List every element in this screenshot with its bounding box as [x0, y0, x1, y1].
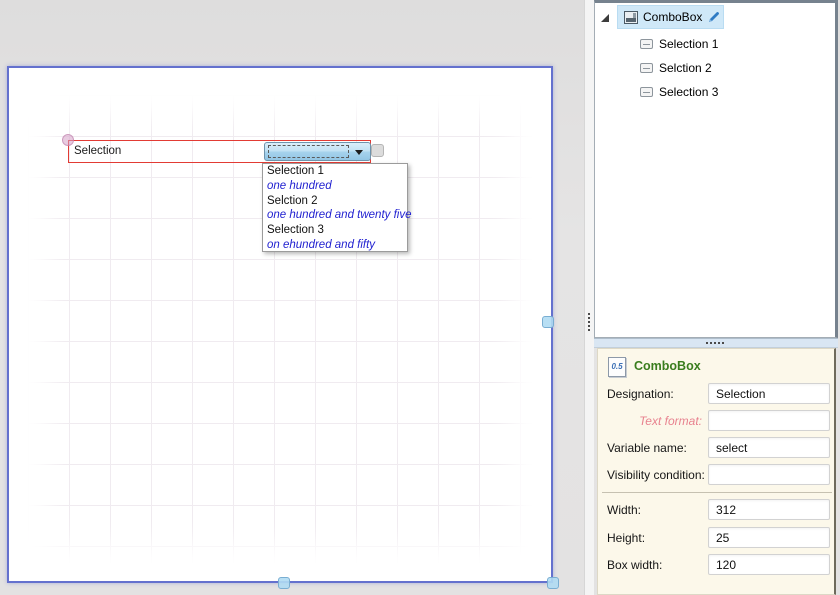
- tree-node-label: ComboBox: [643, 6, 702, 28]
- dropdown-option-value[interactable]: on ehundred and fifty: [263, 238, 407, 253]
- box-width-field[interactable]: [708, 554, 830, 575]
- combobox-focus-rect: [268, 145, 349, 158]
- combobox-widget-selection-outline[interactable]: Selection: [68, 140, 371, 163]
- designation-field[interactable]: [708, 383, 830, 404]
- text-format-field[interactable]: [708, 410, 830, 431]
- height-field[interactable]: [708, 527, 830, 548]
- text-format-label: Text format:: [607, 410, 702, 432]
- vertical-splitter[interactable]: [584, 0, 594, 595]
- dropdown-option[interactable]: Selection 1: [263, 164, 407, 179]
- splitter-grip-dots: [706, 342, 724, 344]
- property-row-text-format: Text format:: [598, 410, 837, 432]
- tree-node-label: Selction 2: [659, 59, 712, 78]
- variable-name-field[interactable]: [708, 437, 830, 458]
- horizontal-splitter[interactable]: [594, 338, 838, 348]
- edit-pencil-icon[interactable]: [707, 10, 721, 24]
- list-entry-icon: [640, 87, 653, 97]
- combobox-node-icon: [624, 11, 638, 24]
- combobox-dropdown-list: Selection 1 one hundred Selction 2 one h…: [262, 163, 408, 252]
- properties-title: ComboBox: [634, 359, 701, 373]
- dropdown-option[interactable]: Selection 3: [263, 223, 407, 238]
- height-label: Height:: [607, 527, 702, 549]
- tree-node-label: Selection 1: [659, 35, 718, 54]
- property-row-width: Width:: [598, 499, 837, 521]
- tree-node-label: Selection 3: [659, 83, 718, 102]
- structure-tree-panel: ComboBox Selection 1 Selction 2 Selectio…: [594, 0, 838, 338]
- dropdown-option[interactable]: Selction 2: [263, 194, 407, 209]
- variable-name-label: Variable name:: [607, 437, 702, 459]
- canvas-resize-handle-right[interactable]: [542, 316, 554, 328]
- canvas-resize-handle-bottom-right[interactable]: [547, 577, 559, 589]
- property-row-height: Height:: [598, 527, 837, 549]
- widget-resize-handle-right[interactable]: [371, 144, 384, 157]
- properties-panel: 0.5 ComboBox Designation: Text format: V…: [597, 348, 836, 595]
- visibility-condition-field[interactable]: [708, 464, 830, 485]
- property-row-designation: Designation:: [598, 383, 837, 405]
- tree-node-selection-3[interactable]: Selection 3: [595, 83, 835, 103]
- widget-designation-label: Selection: [74, 141, 121, 162]
- properties-separator: [602, 492, 832, 493]
- form-designer-window: Selection Selection 1 one hundred Selcti…: [0, 0, 840, 595]
- designation-label: Designation:: [607, 383, 702, 405]
- widget-rotate-handle[interactable]: [62, 134, 74, 146]
- splitter-grip-dots: [588, 313, 590, 331]
- list-entry-icon: [640, 39, 653, 49]
- tree-expander-icon[interactable]: [601, 14, 609, 22]
- visibility-condition-label: Visibility condition:: [607, 464, 702, 486]
- dropdown-option-value[interactable]: one hundred and twenty five: [263, 208, 407, 223]
- combobox-scale-icon: 0.5: [608, 357, 626, 377]
- width-field[interactable]: [708, 499, 830, 520]
- width-label: Width:: [607, 499, 702, 521]
- dropdown-arrow-icon[interactable]: [355, 150, 363, 155]
- dropdown-option-value[interactable]: one hundred: [263, 179, 407, 194]
- property-row-box-width: Box width:: [598, 554, 837, 576]
- canvas-resize-handle-bottom[interactable]: [278, 577, 290, 589]
- tree-node-selection-1[interactable]: Selection 1: [595, 35, 835, 55]
- box-width-label: Box width:: [607, 554, 702, 576]
- combobox-control[interactable]: [264, 142, 371, 161]
- property-row-variable-name: Variable name:: [598, 437, 837, 459]
- tree-node-selction-2[interactable]: Selction 2: [595, 59, 835, 79]
- tree-node-combobox[interactable]: ComboBox: [617, 5, 724, 29]
- list-entry-icon: [640, 63, 653, 73]
- property-row-visibility-condition: Visibility condition:: [598, 464, 837, 486]
